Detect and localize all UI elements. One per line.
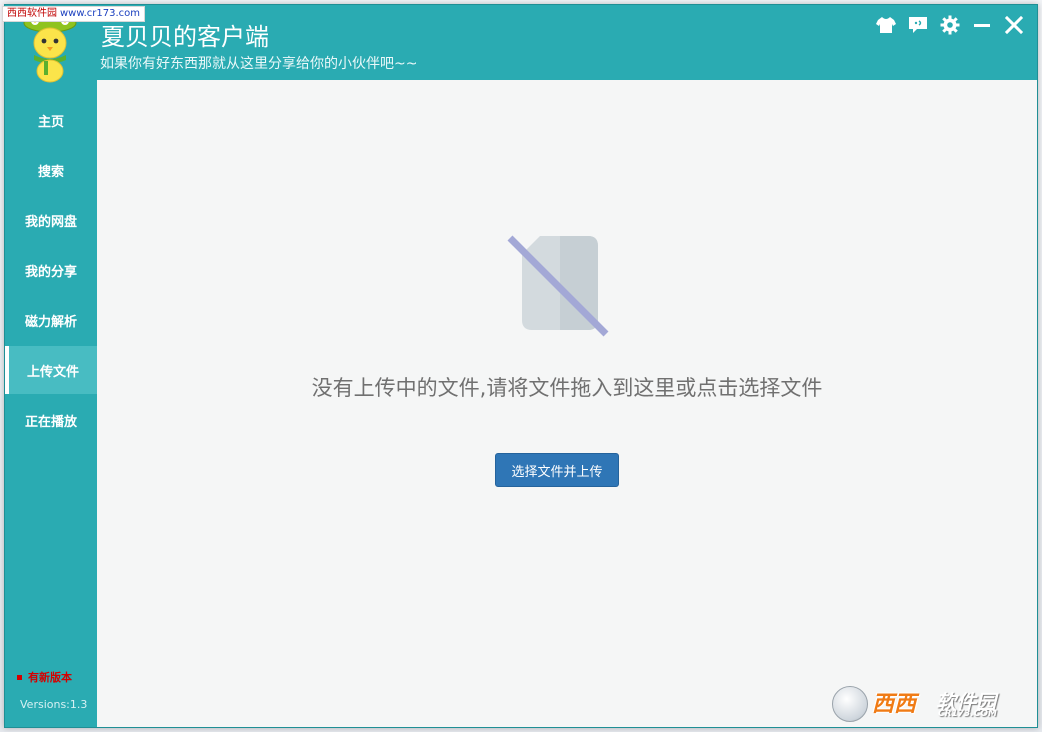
watermark-site-name: 西西软件园 (7, 8, 57, 19)
sidebar-item-home[interactable]: 主页 (5, 96, 97, 144)
gear-icon (940, 15, 960, 35)
watermark-logo-icon (832, 686, 868, 722)
site-watermark-bottom: 西西 软件园 CR173.COM (832, 684, 1028, 722)
new-version-dot-icon (17, 674, 22, 680)
close-button[interactable] (1003, 14, 1025, 36)
watermark-brand: 西西 (872, 692, 917, 717)
close-icon (1005, 16, 1023, 34)
settings-button[interactable] (939, 14, 961, 36)
minimize-icon (974, 24, 990, 27)
new-version-link[interactable]: 有新版本 (17, 669, 72, 685)
sidebar-item-label: 磁力解析 (24, 314, 77, 330)
site-watermark-top: 西西软件园 www.cr173.com (2, 6, 146, 22)
watermark-domain: CR173.COM (938, 709, 997, 719)
select-and-upload-button[interactable]: 选择文件并上传 (495, 453, 619, 487)
app-window: 夏贝贝的客户端 如果你有好东西那就从这里分享给你的小伙伴吧~~ 主页 搜索 我的… (4, 4, 1038, 728)
sidebar-item-search[interactable]: 搜索 (5, 146, 97, 194)
sidebar-item-label: 我的网盘 (24, 214, 77, 230)
sidebar-item-label: 搜索 (37, 164, 64, 180)
no-file-icon (507, 235, 609, 337)
app-title: 夏贝贝的客户端 (101, 23, 269, 51)
sidebar-item-my-shares[interactable]: 我的分享 (5, 246, 97, 294)
watermark-url: www.cr173.com (60, 8, 141, 19)
tshirt-icon (876, 17, 896, 33)
app-subtitle: 如果你有好东西那就从这里分享给你的小伙伴吧~~ (100, 56, 418, 72)
sidebar-item-label: 正在播放 (24, 414, 77, 430)
minimize-button[interactable] (971, 14, 993, 36)
sidebar-item-magnet-parse[interactable]: 磁力解析 (5, 296, 97, 344)
empty-upload-message: 没有上传中的文件,请将文件拖入到这里或点击选择文件 (311, 376, 823, 400)
sidebar-item-upload[interactable]: 上传文件 (5, 346, 97, 394)
upload-drop-zone[interactable]: 没有上传中的文件,请将文件拖入到这里或点击选择文件 选择文件并上传 (97, 80, 1037, 727)
sidebar: 主页 搜索 我的网盘 我的分享 磁力解析 上传文件 正在播放 (5, 80, 97, 727)
sidebar-item-label: 主页 (37, 114, 64, 130)
skin-button[interactable] (875, 14, 897, 36)
feedback-button[interactable] (907, 14, 929, 36)
window-controls (875, 13, 1025, 37)
sidebar-item-label: 我的分享 (24, 264, 77, 280)
new-version-label: 有新版本 (28, 671, 72, 684)
version-label: Versions:1.3 (20, 698, 88, 711)
chat-icon (909, 17, 927, 33)
sidebar-item-label: 上传文件 (26, 364, 79, 380)
sidebar-item-now-playing[interactable]: 正在播放 (5, 396, 97, 444)
sidebar-item-my-drive[interactable]: 我的网盘 (5, 196, 97, 244)
